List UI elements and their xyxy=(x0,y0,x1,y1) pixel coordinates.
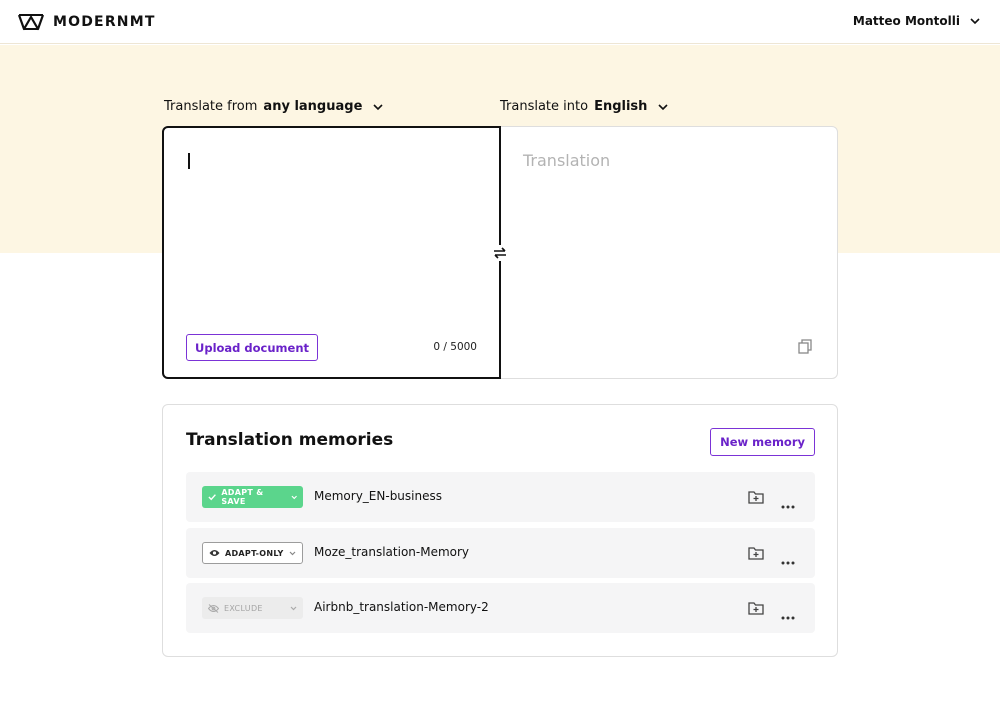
chevron-down-icon xyxy=(291,495,297,499)
add-folder-icon xyxy=(748,547,764,560)
top-bar: MODERNMT Matteo Montolli xyxy=(0,0,1000,44)
memory-row: ADAPT & SAVE Memory_EN-business xyxy=(186,472,815,522)
translation-output: Translation xyxy=(523,151,611,170)
eye-icon xyxy=(209,550,220,556)
copy-translation-button[interactable] xyxy=(798,339,812,358)
memory-row: EXCLUDE Airbnb_translation-Memory-2 xyxy=(186,583,815,633)
eye-off-icon xyxy=(208,603,219,613)
translation-memories-card: Translation memories New memory ADAPT & … xyxy=(162,404,838,657)
target-language-selector[interactable]: Translate into English xyxy=(500,99,669,114)
memory-mode-label: ADAPT-ONLY xyxy=(225,548,284,558)
source-language-prefix: Translate from xyxy=(164,99,258,114)
add-folder-icon xyxy=(748,491,764,504)
logo-icon xyxy=(17,14,45,31)
more-options-button[interactable] xyxy=(781,550,795,569)
chevron-down-icon xyxy=(658,103,668,110)
memory-mode-label: ADAPT & SAVE xyxy=(221,488,264,506)
memory-name: Moze_translation-Memory xyxy=(314,545,470,559)
character-counter: 0 / 5000 xyxy=(433,341,477,353)
swap-languages-button[interactable] xyxy=(491,245,509,261)
swap-icon xyxy=(494,247,506,259)
more-icon xyxy=(781,616,795,620)
source-language-value: any language xyxy=(263,99,363,114)
user-menu[interactable]: Matteo Montolli xyxy=(853,14,980,28)
memory-name: Memory_EN-business xyxy=(314,489,442,503)
brand-logo[interactable]: MODERNMT xyxy=(17,13,156,31)
memory-mode-dropdown[interactable]: ADAPT & SAVE xyxy=(202,486,303,508)
more-options-button[interactable] xyxy=(781,605,795,624)
more-icon xyxy=(781,505,795,509)
more-icon xyxy=(781,561,795,565)
target-language-value: English xyxy=(594,99,648,114)
source-text-input[interactable]: Upload document 0 / 5000 xyxy=(162,126,501,379)
add-folder-icon xyxy=(748,602,764,615)
memory-mode-dropdown[interactable]: EXCLUDE xyxy=(202,597,303,619)
chevron-down-icon xyxy=(289,551,296,555)
add-folder-button[interactable] xyxy=(748,545,764,564)
memory-mode-dropdown[interactable]: ADAPT-ONLY xyxy=(202,542,303,564)
add-folder-button[interactable] xyxy=(748,489,764,508)
memory-mode-label: EXCLUDE xyxy=(224,603,263,613)
chevron-down-icon xyxy=(373,103,383,110)
chevron-down-icon xyxy=(970,17,980,24)
memory-row: ADAPT-ONLY Moze_translation-Memory xyxy=(186,528,815,578)
memory-name: Airbnb_translation-Memory-2 xyxy=(314,600,489,614)
check-icon xyxy=(208,494,216,501)
chevron-down-icon xyxy=(290,606,297,610)
copy-icon xyxy=(798,339,812,354)
more-options-button[interactable] xyxy=(781,494,795,513)
brand-name: MODERNMT xyxy=(53,14,156,30)
user-name: Matteo Montolli xyxy=(852,14,960,28)
upload-document-button[interactable]: Upload document xyxy=(186,334,319,361)
memories-title: Translation memories xyxy=(186,430,394,450)
target-language-prefix: Translate into xyxy=(500,99,589,114)
new-memory-button[interactable]: New memory xyxy=(710,428,815,456)
add-folder-button[interactable] xyxy=(748,600,764,619)
text-caret xyxy=(188,153,190,169)
source-language-selector[interactable]: Translate from any language xyxy=(164,99,384,114)
